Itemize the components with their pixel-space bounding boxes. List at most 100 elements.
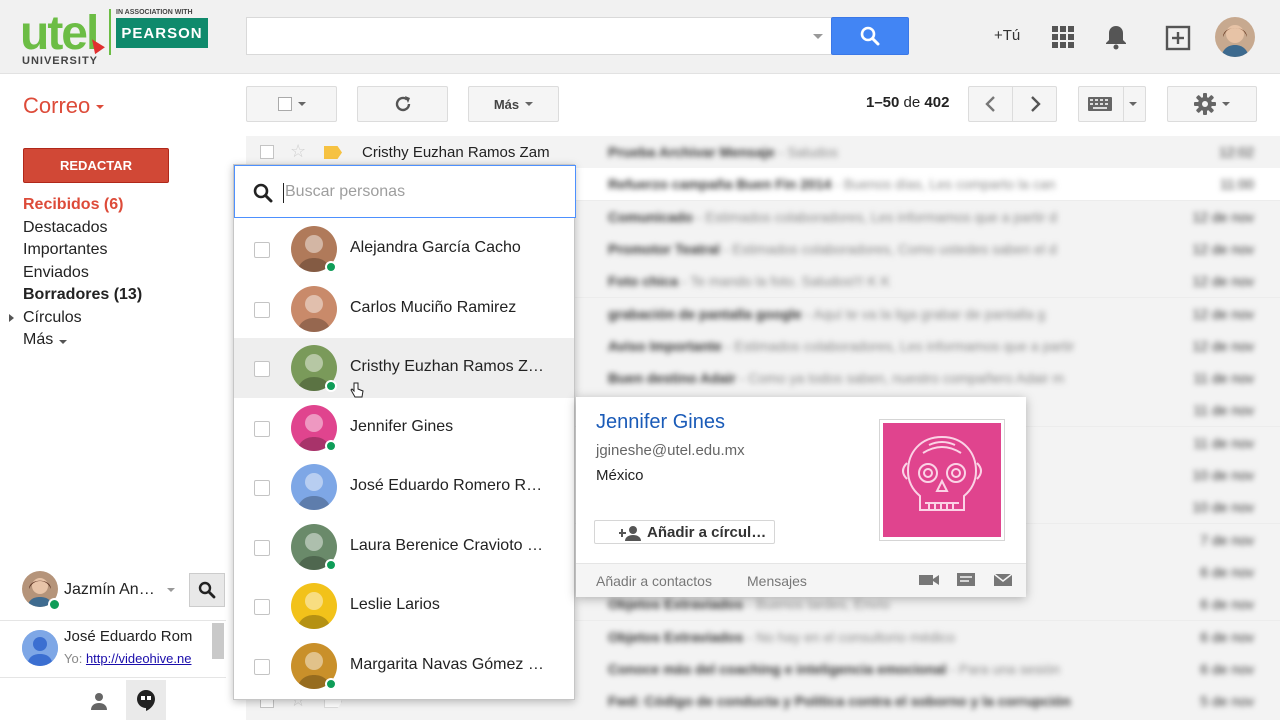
add-to-circles-button[interactable]: Añadir a círcul…	[594, 520, 775, 544]
people-name: Carlos Muciño Ramirez	[350, 298, 517, 316]
utel-pearson-logo[interactable]: utel UNIVERSITY IN ASSOCIATION WITH PEAR…	[20, 6, 220, 70]
select-all-button[interactable]	[246, 86, 337, 122]
hangouts-conversation[interactable]: José Eduardo Rom Yo: http://videohive.ne	[0, 620, 226, 678]
message-icon[interactable]	[956, 572, 976, 588]
sidebar-nav: Recibidos (6) Destacados Importantes Env…	[9, 196, 142, 354]
contact-hovercard: Jennifer Gines jgineshe@utel.edu.mx Méxi…	[576, 397, 1026, 597]
people-row[interactable]: Jennifer Gines	[234, 398, 574, 458]
apps-grid-icon[interactable]	[1052, 26, 1074, 48]
app-switcher-correo[interactable]: Correo	[23, 93, 105, 119]
account-avatar[interactable]	[1215, 17, 1255, 57]
email-date: 10 de nov	[1192, 467, 1255, 483]
avatar	[291, 464, 337, 510]
search-input[interactable]	[246, 17, 832, 55]
logo-subtitle: UNIVERSITY	[22, 55, 99, 67]
people-checkbox[interactable]	[254, 658, 270, 675]
hangouts-user-name: Jazmín An…	[64, 581, 155, 598]
messages-link[interactable]: Mensajes	[747, 573, 807, 589]
next-page-button[interactable]	[1012, 86, 1057, 122]
person-icon[interactable]	[90, 692, 108, 710]
people-checkbox[interactable]	[254, 361, 270, 377]
search-options-caret-icon[interactable]	[813, 34, 823, 39]
people-row[interactable]: Laura Berenice Craviotо …	[234, 517, 574, 577]
sidebar-item-circles[interactable]: Círculos	[9, 308, 142, 332]
conversation-link[interactable]: http://videohive.ne	[86, 651, 192, 666]
people-checkbox[interactable]	[254, 599, 270, 615]
people-picker-popup: Alejandra García Cacho Carlos Muciño Rami…	[233, 164, 576, 700]
people-row[interactable]: Alejandra García Cacho	[234, 219, 574, 279]
people-row[interactable]: Margarita Navas Gómez …	[234, 636, 574, 696]
people-name: José Eduardo Romero R…	[350, 477, 543, 494]
label-icon[interactable]	[324, 146, 342, 159]
people-checkbox[interactable]	[254, 420, 270, 437]
sidebar-item-label: Más	[23, 331, 54, 348]
people-row[interactable]: Leslie Larios	[234, 576, 574, 636]
sidebar-item-starred[interactable]: Destacados	[23, 219, 142, 242]
email-date: 10 de nov	[1192, 499, 1255, 516]
email-subject-snippet: Comunicado - Estimados colaboradores, Le…	[608, 209, 1138, 225]
email-sender: Cristhy Euzhan Ramos Zam	[362, 144, 550, 161]
email-snippet: - Aquí te va la liga grabar de pantalla …	[801, 305, 1046, 322]
mail-icon[interactable]	[993, 572, 1013, 588]
people-row[interactable]: José Eduardo Romero R…	[234, 457, 574, 517]
online-status-icon	[325, 558, 337, 571]
prev-page-button[interactable]	[968, 86, 1013, 122]
online-status-icon	[325, 439, 337, 452]
app-name: Correo	[23, 93, 91, 118]
hangouts-search-button[interactable]	[189, 573, 225, 607]
avatar	[22, 630, 58, 666]
paging-total: 402	[924, 94, 950, 111]
plus-profile-link[interactable]: +Tú	[994, 27, 1020, 44]
people-name: Alejandra García Cacho	[350, 239, 521, 256]
add-person-icon	[619, 526, 641, 541]
people-checkbox[interactable]	[254, 539, 270, 556]
sidebar-item-important[interactable]: Importantes	[23, 241, 142, 264]
email-subject: Conoce más del coaching e inteligencia e…	[608, 660, 947, 677]
email-date: 11 de nov	[1193, 402, 1254, 419]
people-search-input[interactable]	[285, 178, 555, 206]
people-name: Margarita Navas Gómez …	[350, 655, 544, 673]
search-icon	[198, 581, 216, 599]
sidebar-item-more[interactable]: Más	[23, 331, 142, 354]
hangouts-user[interactable]: Jazmín An…	[22, 571, 225, 611]
add-to-contacts-link[interactable]: Añadir a contactos	[596, 573, 712, 589]
email-date: 12 de nov	[1192, 208, 1255, 225]
email-subject-snippet: Aviso Importante - Estimados colaborador…	[608, 338, 1138, 354]
hangouts-tab[interactable]	[126, 680, 166, 720]
logo-partner: PEARSON	[116, 18, 208, 48]
gear-icon	[1194, 93, 1216, 115]
compose-button[interactable]: REDACTAR	[23, 148, 169, 183]
people-row[interactable]: Carlos Muciño Ramirez	[234, 279, 574, 339]
email-date: 7 de nov	[1200, 531, 1254, 548]
online-status-icon	[325, 677, 337, 690]
input-tools-button[interactable]	[1078, 86, 1146, 122]
sidebar-item-sent[interactable]: Enviados	[23, 264, 142, 287]
star-icon[interactable]: ☆	[290, 141, 306, 162]
chevron-down-icon[interactable]	[167, 588, 175, 592]
more-actions-button[interactable]: Más	[468, 86, 559, 122]
keyboard-icon	[1088, 97, 1112, 111]
people-name: Leslie Larios	[350, 596, 440, 613]
share-plus-icon[interactable]	[1164, 24, 1192, 52]
settings-button[interactable]	[1167, 86, 1257, 122]
people-checkbox[interactable]	[254, 301, 270, 318]
search-button[interactable]	[831, 17, 909, 55]
sidebar-item-drafts[interactable]: Borradores (13)	[23, 286, 142, 309]
expand-triangle-icon[interactable]	[9, 313, 14, 322]
email-checkbox[interactable]	[260, 145, 274, 159]
email-date: 11 de nov	[1193, 434, 1254, 451]
paging-info: 1–50 de 402	[866, 94, 949, 111]
contact-name[interactable]: Jennifer Gines	[596, 411, 725, 434]
video-icon[interactable]	[918, 572, 940, 588]
people-checkbox[interactable]	[254, 242, 270, 258]
online-status-icon	[325, 380, 337, 392]
people-checkbox[interactable]	[254, 480, 270, 496]
scrollbar[interactable]	[212, 623, 224, 659]
refresh-button[interactable]	[357, 86, 448, 122]
people-row[interactable]: Cristhy Euzhan Ramos Z…	[234, 338, 574, 398]
sidebar-item-label: Círculos	[23, 308, 82, 326]
email-snippet: - Para una sesión	[946, 660, 1061, 677]
sidebar-item-inbox[interactable]: Recibidos (6)	[23, 196, 142, 219]
people-search-box[interactable]	[234, 165, 576, 218]
bell-icon[interactable]	[1104, 24, 1128, 50]
